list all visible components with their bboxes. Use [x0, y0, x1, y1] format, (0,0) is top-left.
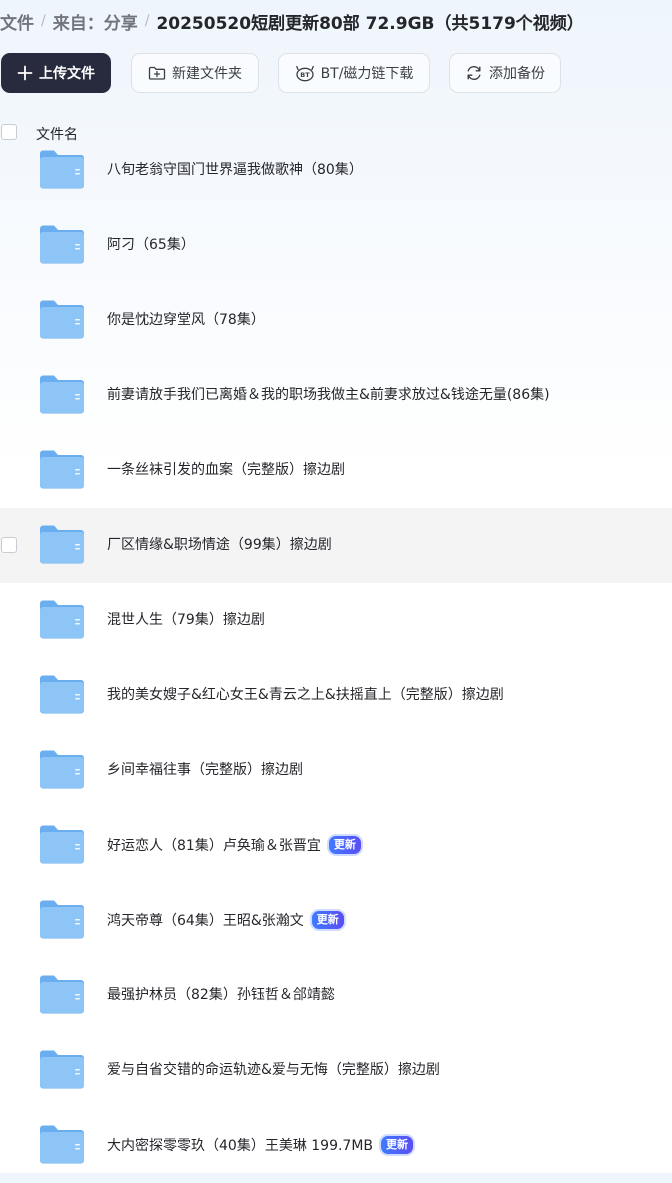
folder-icon — [40, 225, 84, 264]
folder-icon — [40, 900, 84, 939]
file-name-text: 前妻请放手我们已离婚＆我的职场我做主&前妻求放过&钱途无量(86集) — [107, 387, 550, 403]
add-backup-button-label: 添加备份 — [489, 66, 545, 82]
folder-icon — [40, 825, 84, 864]
table-row[interactable]: 我的美女嫂子&红心女王&青云之上&扶摇直上（完整版）擦边剧 — [0, 658, 672, 733]
folder-icon — [40, 1050, 84, 1089]
file-name[interactable]: 八旬老翁守国门世界逼我做歌神（80集） — [107, 159, 363, 179]
bt-icon: BT — [295, 64, 315, 82]
file-name-text: 一条丝袜引发的血案（完整版）擦边剧 — [107, 462, 345, 478]
file-name-text: 鸿天帝尊（64集）王昭&张瀚文 — [107, 913, 304, 929]
file-name-text: 我的美女嫂子&红心女王&青云之上&扶摇直上（完整版）擦边剧 — [107, 687, 504, 703]
file-name-text: 最强护林员（82集）孙钰哲＆郃靖懿 — [107, 987, 335, 1003]
breadcrumb-current-folder: 20250520短剧更新80部 72.9GB（共5179个视频） — [156, 13, 584, 34]
file-name-text: 阿刁（65集） — [107, 237, 195, 253]
table-row[interactable]: 大内密探零零玖（40集）王美琳 199.7MB 更新 — [0, 1108, 672, 1183]
file-name[interactable]: 混世人生（79集）擦边剧 — [107, 609, 265, 629]
file-name[interactable]: 鸿天帝尊（64集）王昭&张瀚文 更新 — [107, 909, 346, 931]
new-folder-button[interactable]: 新建文件夹 — [131, 53, 259, 93]
table-row[interactable]: 一条丝袜引发的血案（完整版）擦边剧 — [0, 433, 672, 508]
file-list: 八旬老翁守国门世界逼我做歌神（80集） 阿刁（65集） 你是忱边穿堂风（78集）… — [0, 133, 672, 1183]
file-name-text: 厂区情缘&职场情途（99集）擦边剧 — [107, 537, 332, 553]
file-name[interactable]: 你是忱边穿堂风（78集） — [107, 309, 265, 329]
folder-icon — [40, 975, 84, 1014]
folder-icon — [40, 600, 84, 639]
file-name[interactable]: 大内密探零零玖（40集）王美琳 199.7MB 更新 — [107, 1134, 416, 1156]
table-row[interactable]: 乡间幸福往事（完整版）擦边剧 — [0, 733, 672, 808]
file-name[interactable]: 爱与自省交错的命运轨迹&爱与无悔（完整版）擦边剧 — [107, 1059, 440, 1079]
folder-icon — [40, 450, 84, 489]
folder-icon — [40, 300, 84, 339]
breadcrumb-files[interactable]: 文件 — [0, 9, 34, 34]
new-folder-button-label: 新建文件夹 — [172, 66, 242, 82]
upload-button[interactable]: 上传文件 — [1, 53, 111, 93]
folder-icon — [40, 675, 84, 714]
file-name-text: 好运恋人（81集）卢奂瑜＆张晋宜 — [107, 838, 321, 854]
row-checkbox[interactable] — [1, 537, 17, 553]
folder-icon — [40, 750, 84, 789]
table-row[interactable]: 厂区情缘&职场情途（99集）擦边剧 — [0, 508, 672, 583]
table-row[interactable]: 混世人生（79集）擦边剧 — [0, 583, 672, 658]
file-name[interactable]: 阿刁（65集） — [107, 234, 195, 254]
table-row[interactable]: 八旬老翁守国门世界逼我做歌神（80集） — [0, 133, 672, 208]
table-row[interactable]: 好运恋人（81集）卢奂瑜＆张晋宜 更新 — [0, 808, 672, 883]
folder-add-icon — [148, 65, 166, 81]
file-name[interactable]: 最强护林员（82集）孙钰哲＆郃靖懿 — [107, 984, 335, 1004]
breadcrumb-shared[interactable]: 来自：分享 — [53, 9, 138, 34]
file-name[interactable]: 一条丝袜引发的血案（完整版）擦边剧 — [107, 459, 345, 479]
update-badge: 更新 — [379, 1134, 416, 1156]
update-badge: 更新 — [326, 834, 363, 856]
file-name[interactable]: 好运恋人（81集）卢奂瑜＆张晋宜 更新 — [107, 834, 363, 856]
file-name[interactable]: 我的美女嫂子&红心女王&青云之上&扶摇直上（完整版）擦边剧 — [107, 684, 504, 704]
table-row[interactable]: 前妻请放手我们已离婚＆我的职场我做主&前妻求放过&钱途无量(86集) — [0, 358, 672, 433]
folder-icon — [40, 150, 84, 189]
table-row[interactable]: 爱与自省交错的命运轨迹&爱与无悔（完整版）擦边剧 — [0, 1033, 672, 1108]
file-name-text: 乡间幸福往事（完整版）擦边剧 — [107, 762, 303, 778]
folder-icon — [40, 375, 84, 414]
folder-icon — [40, 525, 84, 564]
breadcrumb-separator: / — [144, 13, 150, 29]
file-name-text: 八旬老翁守国门世界逼我做歌神（80集） — [107, 162, 363, 178]
file-name[interactable]: 厂区情缘&职场情途（99集）擦边剧 — [107, 534, 332, 554]
file-name-text: 混世人生（79集）擦边剧 — [107, 612, 265, 628]
table-row[interactable]: 你是忱边穿堂风（78集） — [0, 283, 672, 358]
bt-magnet-download-button-label: BT/磁力链下载 — [320, 66, 414, 82]
add-backup-button[interactable]: 添加备份 — [449, 53, 561, 93]
plus-icon — [17, 65, 33, 81]
file-name-text: 你是忱边穿堂风（78集） — [107, 312, 265, 328]
sync-icon — [465, 64, 483, 82]
update-badge: 更新 — [309, 909, 346, 931]
upload-button-label: 上传文件 — [39, 66, 95, 82]
file-name-text: 爱与自省交错的命运轨迹&爱与无悔（完整版）擦边剧 — [107, 1062, 440, 1078]
bt-magnet-download-button[interactable]: BT BT/磁力链下载 — [278, 53, 430, 93]
table-row[interactable]: 最强护林员（82集）孙钰哲＆郃靖懿 — [0, 958, 672, 1033]
table-row[interactable]: 鸿天帝尊（64集）王昭&张瀚文 更新 — [0, 883, 672, 958]
breadcrumb: 文件 / 来自：分享 / 20250520短剧更新80部 72.9GB（共517… — [0, 8, 584, 34]
table-row[interactable]: 阿刁（65集） — [0, 208, 672, 283]
svg-text:BT: BT — [300, 71, 310, 79]
file-name-text: 大内密探零零玖（40集）王美琳 199.7MB — [107, 1138, 374, 1154]
file-name[interactable]: 前妻请放手我们已离婚＆我的职场我做主&前妻求放过&钱途无量(86集) — [107, 384, 550, 404]
file-name[interactable]: 乡间幸福往事（完整版）擦边剧 — [107, 759, 303, 779]
breadcrumb-separator: / — [41, 13, 46, 29]
folder-icon — [40, 1125, 84, 1164]
